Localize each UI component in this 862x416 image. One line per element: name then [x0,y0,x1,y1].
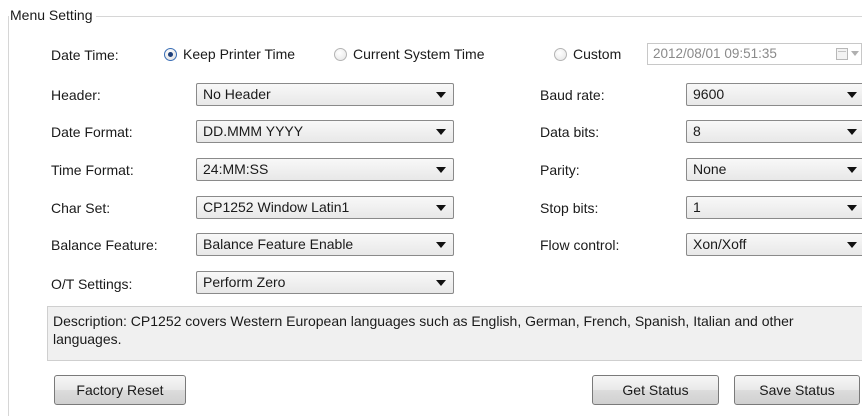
baud-rate-label: Baud rate: [540,87,605,103]
parity-select[interactable]: None [686,158,862,181]
select-value: CP1252 Window Latin1 [203,199,350,215]
group-title: Menu Setting [9,7,96,23]
char-set-select[interactable]: CP1252 Window Latin1 [196,196,454,219]
save-status-button[interactable]: Save Status [734,375,860,405]
balance-feature-label: Balance Feature: [51,237,158,253]
flow-control-select[interactable]: Xon/Xoff [686,233,862,256]
dropdown-arrow-icon [847,129,857,135]
data-bits-label: Data bits: [540,124,600,140]
flow-control-label: Flow control: [540,237,620,253]
time-format-label: Time Format: [51,162,134,178]
select-value: 1 [693,199,701,215]
calendar-icon[interactable] [836,48,848,60]
date-time-label: Date Time: [51,47,119,63]
select-value: Perform Zero [203,274,286,290]
custom-datetime-picker[interactable]: 2012/08/01 09:51:35 [647,43,862,65]
select-value: None [693,161,727,177]
dropdown-arrow-icon [436,167,446,173]
radio-checked-icon [164,47,177,61]
dropdown-arrow-icon [847,205,857,211]
header-label: Header: [51,87,101,103]
char-set-label: Char Set: [51,200,111,216]
dropdown-arrow-icon [436,205,446,211]
dropdown-arrow-icon [436,280,446,286]
description-text: Description: CP1252 covers Western Europ… [53,313,794,347]
radio-label: Keep Printer Time [183,46,296,62]
get-status-button[interactable]: Get Status [592,375,719,405]
select-value: Balance Feature Enable [203,236,354,252]
radio-keep-printer-time[interactable]: Keep Printer Time [164,44,295,64]
select-value: 8 [693,123,701,139]
radio-label: Custom [573,46,622,62]
select-value: No Header [203,86,271,102]
dropdown-arrow-icon [436,129,446,135]
dropdown-arrow-icon [436,242,446,248]
select-value: 24:MM:SS [203,161,269,177]
ot-settings-label: O/T Settings: [51,276,133,292]
chevron-down-icon[interactable] [851,51,859,56]
dropdown-arrow-icon [436,92,446,98]
header-select[interactable]: No Header [196,83,454,106]
stop-bits-select[interactable]: 1 [686,196,862,219]
dropdown-arrow-icon [847,167,857,173]
radio-current-system-time[interactable]: Current System Time [334,44,484,64]
date-format-label: Date Format: [51,124,133,140]
baud-rate-select[interactable]: 9600 [686,83,862,106]
radio-label: Current System Time [353,46,485,62]
custom-datetime-value: 2012/08/01 09:51:35 [653,46,777,61]
select-value: 9600 [693,86,725,102]
ot-settings-select[interactable]: Perform Zero [196,271,454,294]
parity-label: Parity: [540,162,580,178]
select-value: Xon/Xoff [693,236,747,252]
dropdown-arrow-icon [847,242,857,248]
radio-unchecked-icon [334,47,347,61]
date-format-select[interactable]: DD.MMM YYYY [196,120,454,143]
factory-reset-button[interactable]: Factory Reset [54,375,186,405]
stop-bits-label: Stop bits: [540,200,599,216]
data-bits-select[interactable]: 8 [686,120,862,143]
radio-custom[interactable]: Custom [554,44,621,64]
time-format-select[interactable]: 24:MM:SS [196,158,454,181]
dropdown-arrow-icon [847,92,857,98]
radio-unchecked-icon [554,47,567,61]
select-value: DD.MMM YYYY [203,123,304,139]
balance-feature-select[interactable]: Balance Feature Enable [196,233,454,256]
description-box: Description: CP1252 covers Western Europ… [47,306,862,361]
